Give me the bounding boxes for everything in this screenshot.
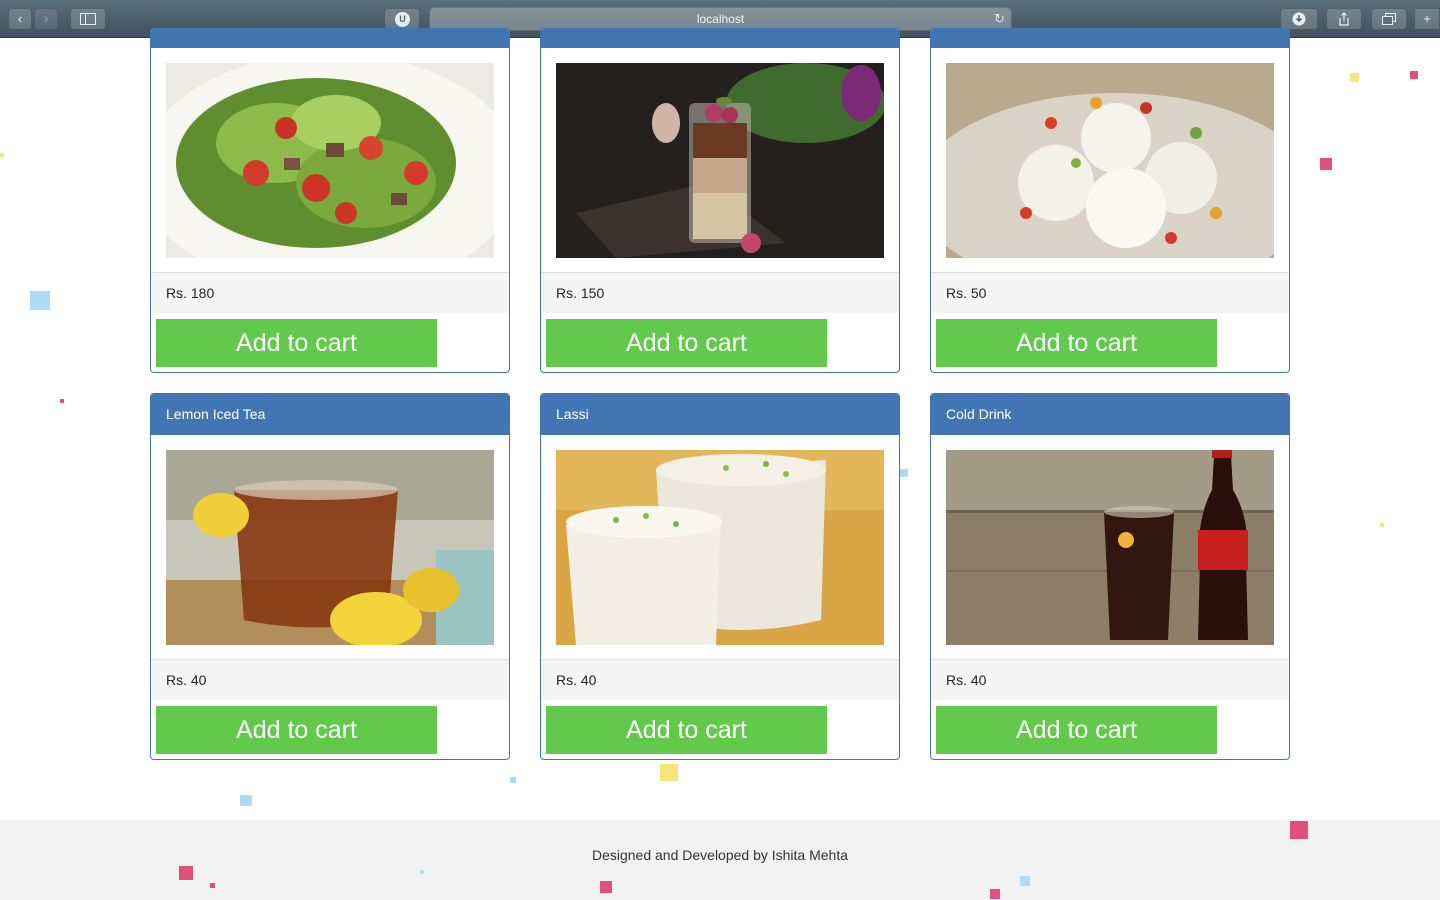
product-card: Rs. 150 Add to cart <box>540 28 900 373</box>
product-title: Lemon Iced Tea <box>151 394 509 435</box>
add-to-cart-button[interactable]: Add to cart <box>546 319 827 367</box>
confetti-piece <box>1410 71 1418 79</box>
confetti-piece <box>1320 158 1332 170</box>
chocolate-mousse-photo <box>556 63 884 258</box>
product-photo-area <box>931 435 1289 660</box>
confetti-piece <box>240 795 252 806</box>
reload-icon[interactable]: ↻ <box>994 8 1005 30</box>
product-photo-area <box>931 48 1289 273</box>
download-icon <box>1292 12 1306 26</box>
cola-photo <box>946 450 1274 645</box>
confetti-piece <box>900 469 908 477</box>
sidebar-icon <box>80 13 96 25</box>
product-card: Lassi Rs. 40 Add to cart <box>540 393 900 760</box>
share-icon <box>1339 12 1349 26</box>
confetti-piece <box>1020 876 1030 886</box>
product-title <box>931 29 1289 48</box>
ublock-extension-button[interactable]: U <box>384 8 420 30</box>
tabs-icon <box>1382 13 1396 25</box>
rasgulla-photo <box>946 63 1274 258</box>
product-price: Rs. 40 <box>151 660 509 700</box>
product-card: Cold Drink Rs. 40 Add to cart <box>930 393 1290 760</box>
confetti-piece <box>179 866 193 880</box>
add-to-cart-button[interactable]: Add to cart <box>156 706 437 754</box>
iced-tea-photo <box>166 450 494 645</box>
new-tab-button[interactable]: + <box>1414 8 1440 30</box>
confetti-piece <box>0 153 4 157</box>
salad-photo <box>166 63 494 258</box>
product-title: Cold Drink <box>931 394 1289 435</box>
ublock-icon: U <box>395 12 410 27</box>
back-button[interactable]: ‹ <box>8 8 32 30</box>
confetti-piece <box>30 291 50 310</box>
product-price: Rs. 180 <box>151 273 509 313</box>
confetti-piece <box>600 881 612 893</box>
page-footer: Designed and Developed by Ishita Mehta <box>0 820 1440 900</box>
product-price: Rs. 50 <box>931 273 1289 313</box>
confetti-piece <box>1380 523 1384 527</box>
product-price: Rs. 40 <box>931 660 1289 700</box>
product-photo-area <box>541 435 899 660</box>
confetti-piece <box>1350 73 1359 82</box>
add-to-cart-button[interactable]: Add to cart <box>546 706 827 754</box>
product-title: Lassi <box>541 394 899 435</box>
share-button[interactable] <box>1326 8 1362 30</box>
confetti-piece <box>60 399 64 403</box>
product-photo-area <box>151 48 509 273</box>
add-to-cart-button[interactable]: Add to cart <box>936 706 1217 754</box>
product-title <box>151 29 509 48</box>
product-card: Rs. 50 Add to cart <box>930 28 1290 373</box>
confetti-piece <box>990 889 1000 899</box>
product-price: Rs. 150 <box>541 273 899 313</box>
footer-credit: Designed and Developed by Ishita Mehta <box>591 847 849 863</box>
url-text: localhost <box>696 12 745 26</box>
product-title <box>541 29 899 48</box>
product-card: Lemon Iced Tea Rs. 40 Add to cart <box>150 393 510 760</box>
forward-button[interactable]: › <box>34 8 58 30</box>
lassi-photo <box>556 450 884 645</box>
confetti-piece <box>510 777 516 783</box>
confetti-piece <box>420 870 424 874</box>
add-to-cart-button[interactable]: Add to cart <box>936 319 1217 367</box>
confetti-piece <box>210 883 215 888</box>
product-photo-area <box>151 435 509 660</box>
sidebar-toggle-button[interactable] <box>70 8 106 30</box>
product-price: Rs. 40 <box>541 660 899 700</box>
downloads-button[interactable] <box>1280 8 1318 30</box>
add-to-cart-button[interactable]: Add to cart <box>156 319 437 367</box>
confetti-piece <box>660 764 678 781</box>
confetti-piece <box>1290 821 1308 839</box>
tabs-overview-button[interactable] <box>1371 8 1407 30</box>
product-card: Rs. 180 Add to cart <box>150 28 510 373</box>
product-photo-area <box>541 48 899 273</box>
